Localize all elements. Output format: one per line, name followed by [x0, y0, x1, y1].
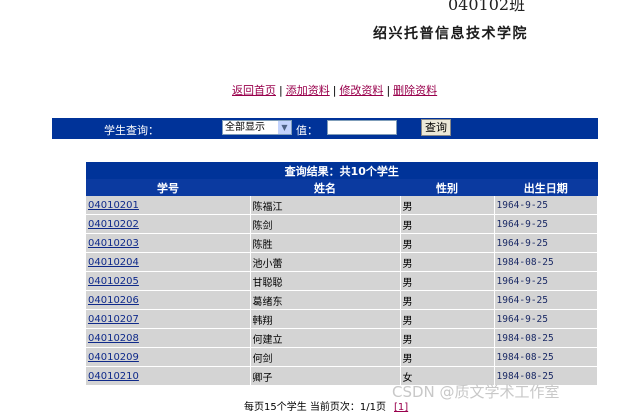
results-caption: 查询结果：共10个学生	[86, 162, 598, 179]
search-type-value: 全部显示	[225, 122, 265, 133]
student-id-cell[interactable]: 04010209	[86, 347, 251, 367]
student-id-link[interactable]: 04010204	[88, 257, 139, 268]
student-id-cell[interactable]: 04010207	[86, 309, 251, 329]
nav-separator: |	[332, 84, 337, 97]
table-row: 04010207 韩翔男 1964-9-25	[86, 309, 598, 329]
column-header-gender: 性别	[400, 179, 494, 196]
table-row: 04010203 陈胜男 1964-9-25	[86, 233, 598, 253]
column-header-id: 学号	[86, 179, 250, 196]
birthdate-cell: 1964-9-25	[494, 196, 598, 215]
birthdate-cell: 1964-9-25	[494, 309, 598, 329]
value-label: 值：	[296, 124, 318, 137]
table-row: 04010205 甘聪聪男 1964-9-25	[86, 271, 598, 291]
gender-cell: 男	[400, 252, 495, 272]
nav-delete-link[interactable]: 删除资料	[393, 84, 437, 97]
page-link[interactable]: [1]	[394, 402, 408, 413]
birthdate-cell: 1964-9-25	[494, 290, 598, 310]
nav-edit-link[interactable]: 修改资料	[339, 84, 383, 97]
nav-add-link[interactable]: 添加资料	[286, 84, 330, 97]
column-header-birthdate: 出生日期	[494, 179, 598, 196]
student-id-cell[interactable]: 04010204	[86, 252, 251, 272]
search-value-input[interactable]	[327, 120, 397, 135]
nav-home-link[interactable]: 返回首页	[232, 84, 276, 97]
student-id-cell[interactable]: 04010205	[86, 271, 251, 291]
student-name-cell: 何剑	[250, 347, 401, 367]
pagination-text: 每页15个学生 当前页次：1/1页	[244, 402, 386, 413]
nav-separator: |	[386, 84, 391, 97]
pagination-footer: 每页15个学生 当前页次：1/1页 [1]	[244, 398, 408, 413]
table-row: 04010208 何建立男 1984-08-25	[86, 328, 598, 348]
birthdate-cell: 1984-08-25	[494, 347, 598, 367]
birthdate-cell: 1984-08-25	[494, 252, 598, 272]
student-name-cell: 陈剑	[250, 214, 401, 234]
results-table: 查询结果：共10个学生 学号 姓名 性别 出生日期 04010201 陈福江男 19…	[86, 162, 598, 386]
student-id-link[interactable]: 04010209	[88, 352, 139, 363]
gender-cell: 男	[400, 347, 495, 367]
chevron-down-icon[interactable]: ▼	[278, 121, 291, 134]
table-row: 04010209 何剑男 1984-08-25	[86, 347, 598, 367]
search-type-select[interactable]: 全部显示 ▼	[222, 120, 292, 135]
student-name-cell: 韩翔	[250, 309, 401, 329]
school-name: 绍兴托普信息技术学院	[373, 26, 528, 42]
birthdate-cell: 1964-9-25	[494, 271, 598, 291]
student-name-cell: 葛绪东	[250, 290, 401, 310]
student-id-cell[interactable]: 04010206	[86, 290, 251, 310]
student-id-link[interactable]: 04010205	[88, 276, 139, 287]
table-row: 04010201 陈福江男 1964-9-25	[86, 196, 598, 215]
gender-cell: 男	[400, 233, 495, 253]
student-id-link[interactable]: 04010206	[88, 295, 139, 306]
student-id-cell[interactable]: 04010208	[86, 328, 251, 348]
student-id-cell[interactable]: 04010201	[86, 196, 251, 215]
student-id-link[interactable]: 04010203	[88, 238, 139, 249]
column-header-name: 姓名	[250, 179, 400, 196]
table-row: 04010206 葛绪东男 1964-9-25	[86, 290, 598, 310]
gender-cell: 男	[400, 290, 495, 310]
student-id-link[interactable]: 04010207	[88, 314, 139, 325]
student-id-link[interactable]: 04010208	[88, 333, 139, 344]
search-button[interactable]: 查询	[421, 119, 451, 136]
student-id-cell[interactable]: 04010202	[86, 214, 251, 234]
student-name-cell: 卿子	[250, 366, 401, 386]
watermark: CSDN @质文学术工作室	[392, 383, 560, 401]
student-name-cell: 池小蕾	[250, 252, 401, 272]
gender-cell: 男	[400, 214, 495, 234]
table-row: 04010204 池小蕾男 1984-08-25	[86, 252, 598, 272]
student-id-link[interactable]: 04010201	[88, 200, 139, 211]
birthdate-cell: 1984-08-25	[494, 328, 598, 348]
birthdate-cell: 1964-9-25	[494, 214, 598, 234]
gender-cell: 男	[400, 196, 495, 215]
nav-links: 返回首页 | 添加资料 | 修改资料 | 删除资料	[232, 82, 437, 98]
student-id-link[interactable]: 04010210	[88, 371, 139, 382]
birthdate-cell: 1964-9-25	[494, 233, 598, 253]
search-label: 学生查询：	[104, 124, 159, 137]
student-name-cell: 何建立	[250, 328, 401, 348]
student-name-cell: 陈福江	[250, 196, 401, 215]
student-id-cell[interactable]: 04010203	[86, 233, 251, 253]
nav-separator: |	[279, 84, 283, 97]
gender-cell: 男	[400, 328, 495, 348]
gender-cell: 男	[400, 271, 495, 291]
search-bar: 学生查询： 全部显示 ▼ 值： 查询	[52, 118, 598, 139]
student-id-cell[interactable]: 04010210	[86, 366, 251, 386]
student-name-cell: 陈胜	[250, 233, 401, 253]
student-name-cell: 甘聪聪	[250, 271, 401, 291]
table-row: 04010202 陈剑男 1964-9-25	[86, 214, 598, 234]
class-title: 040102班	[448, 0, 526, 14]
student-id-link[interactable]: 04010202	[88, 219, 139, 230]
gender-cell: 男	[400, 309, 495, 329]
